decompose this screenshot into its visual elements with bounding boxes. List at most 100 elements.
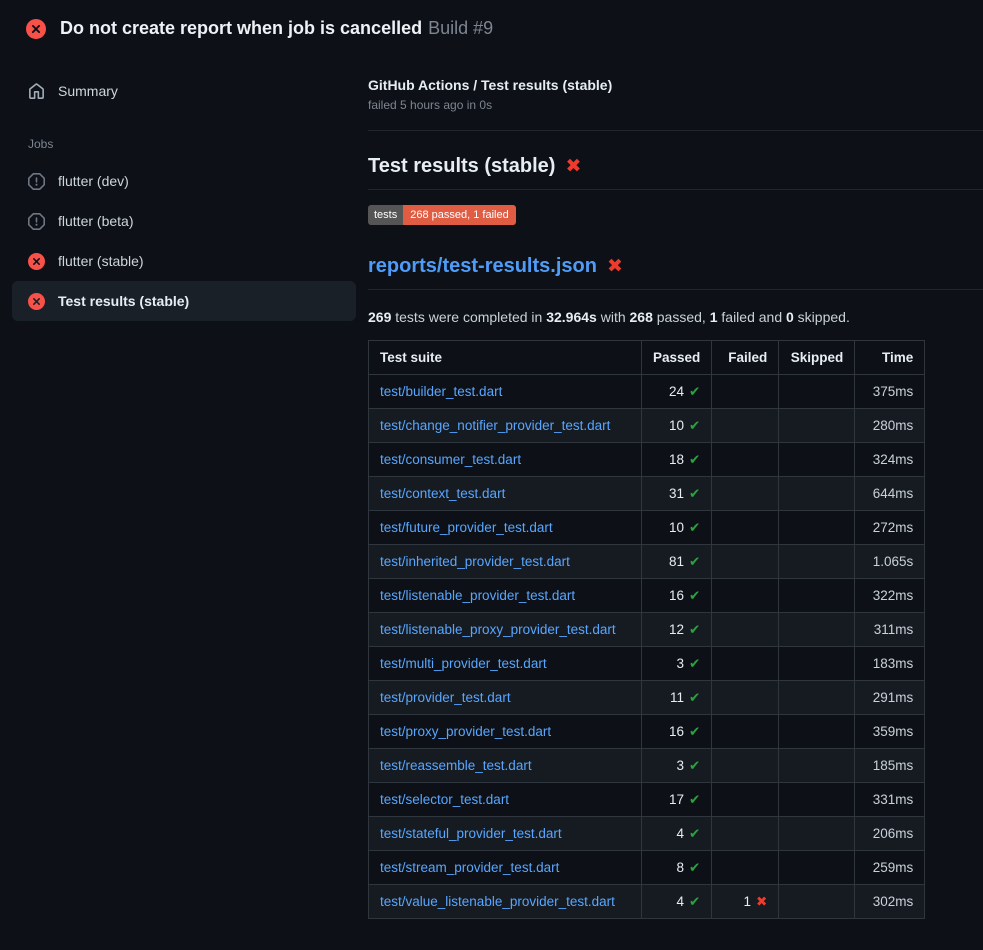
skipped-cell [779,545,855,579]
run-failed-icon [26,19,46,39]
passed-cell: 17✔ [642,783,712,817]
table-row: test/selector_test.dart 17✔ 331ms [369,783,925,817]
table-row: test/change_notifier_provider_test.dart … [369,409,925,443]
table-row: test/reassemble_test.dart 3✔ 185ms [369,749,925,783]
time-cell: 324ms [855,443,925,477]
column-header-test-suite: Test suite [369,341,642,375]
passed-cell: 24✔ [642,375,712,409]
time-cell: 331ms [855,783,925,817]
time-cell: 644ms [855,477,925,511]
skipped-cell [779,885,855,919]
test-suite-link[interactable]: test/provider_test.dart [380,690,511,705]
tests-badge: tests 268 passed, 1 failed [368,205,516,225]
sidebar-item-flutter-dev[interactable]: flutter (dev) [12,161,356,201]
breadcrumb: GitHub Actions / Test results (stable) [368,77,983,93]
test-suite-link[interactable]: test/reassemble_test.dart [380,758,532,773]
sidebar-item-flutter-stable[interactable]: flutter (stable) [12,241,356,281]
test-suite-link[interactable]: test/listenable_proxy_provider_test.dart [380,622,616,637]
job-list: flutter (dev) flutter (beta) flutter (st… [0,161,368,321]
sidebar-job-label: flutter (dev) [58,173,129,189]
time-cell: 322ms [855,579,925,613]
check-icon: ✔ [689,486,700,501]
sidebar-job-label: flutter (beta) [58,213,133,229]
test-suite-link[interactable]: test/stream_provider_test.dart [380,860,559,875]
test-suite-link[interactable]: test/builder_test.dart [380,384,502,399]
cancelled-icon [28,173,45,190]
test-suite-link[interactable]: test/value_listenable_provider_test.dart [380,894,615,909]
test-suite-link[interactable]: test/selector_test.dart [380,792,509,807]
x-circle-icon [28,293,45,310]
test-suite-link[interactable]: test/listenable_provider_test.dart [380,588,575,603]
summary-skipped: 0 [786,309,794,325]
test-suite-link[interactable]: test/inherited_provider_test.dart [380,554,570,569]
failed-cell [712,477,779,511]
run-build-number: Build #9 [428,18,493,38]
cross-mark-icon: ✖ [607,257,623,276]
test-suite-link[interactable]: test/context_test.dart [380,486,505,501]
time-cell: 206ms [855,817,925,851]
check-icon: ✔ [689,622,700,637]
table-row: test/consumer_test.dart 18✔ 324ms [369,443,925,477]
jobs-section-label: Jobs [0,137,368,151]
test-suite-link[interactable]: test/change_notifier_provider_test.dart [380,418,610,433]
test-suite-link[interactable]: test/stateful_provider_test.dart [380,826,562,841]
time-cell: 291ms [855,681,925,715]
sidebar-item-summary[interactable]: Summary [12,71,356,111]
passed-cell: 12✔ [642,613,712,647]
passed-cell: 11✔ [642,681,712,715]
test-results-table: Test suite Passed Failed Skipped Time te… [368,340,925,919]
summary-duration: 32.964s [546,309,597,325]
passed-cell: 16✔ [642,579,712,613]
time-cell: 259ms [855,851,925,885]
check-icon: ✔ [689,418,700,433]
cross-mark-icon: ✖ [565,157,581,176]
table-row: test/future_provider_test.dart 10✔ 272ms [369,511,925,545]
test-suite-link[interactable]: test/future_provider_test.dart [380,520,553,535]
failed-cell [712,783,779,817]
column-header-skipped: Skipped [779,341,855,375]
failed-cell: 1✖ [712,885,779,919]
table-row: test/value_listenable_provider_test.dart… [369,885,925,919]
table-row: test/inherited_provider_test.dart 81✔ 1.… [369,545,925,579]
check-icon: ✔ [689,826,700,841]
time-cell: 1.065s [855,545,925,579]
skipped-cell [779,851,855,885]
sidebar-item-flutter-beta[interactable]: flutter (beta) [12,201,356,241]
skipped-cell [779,783,855,817]
skipped-cell [779,647,855,681]
report-file-link[interactable]: reports/test-results.json [368,255,597,278]
passed-cell: 3✔ [642,647,712,681]
header-divider [368,130,983,131]
skipped-cell [779,681,855,715]
skipped-cell [779,443,855,477]
check-icon: ✔ [689,792,700,807]
run-title: Do not create report when job is cancell… [60,18,422,38]
check-icon: ✔ [689,656,700,671]
passed-cell: 4✔ [642,817,712,851]
test-suite-link[interactable]: test/multi_provider_test.dart [380,656,547,671]
skipped-cell [779,409,855,443]
table-row: test/provider_test.dart 11✔ 291ms [369,681,925,715]
summary-total: 269 [368,309,391,325]
report-file-title[interactable]: reports/test-results.json ✖ [368,255,983,290]
skipped-cell [779,817,855,851]
sidebar-job-label: Test results (stable) [58,293,189,309]
table-row: test/builder_test.dart 24✔ 375ms [369,375,925,409]
failed-cell [712,715,779,749]
failed-cell [712,511,779,545]
passed-cell: 8✔ [642,851,712,885]
section-title-text: Test results (stable) [368,155,555,178]
passed-cell: 18✔ [642,443,712,477]
table-row: test/context_test.dart 31✔ 644ms [369,477,925,511]
time-cell: 375ms [855,375,925,409]
passed-cell: 31✔ [642,477,712,511]
home-icon [28,83,45,100]
failed-cell [712,545,779,579]
column-header-time: Time [855,341,925,375]
check-icon: ✔ [689,384,700,399]
check-icon: ✔ [689,894,700,909]
summary-failed: 1 [710,309,718,325]
test-suite-link[interactable]: test/consumer_test.dart [380,452,521,467]
test-suite-link[interactable]: test/proxy_provider_test.dart [380,724,551,739]
sidebar-item-test-results-stable[interactable]: Test results (stable) [12,281,356,321]
